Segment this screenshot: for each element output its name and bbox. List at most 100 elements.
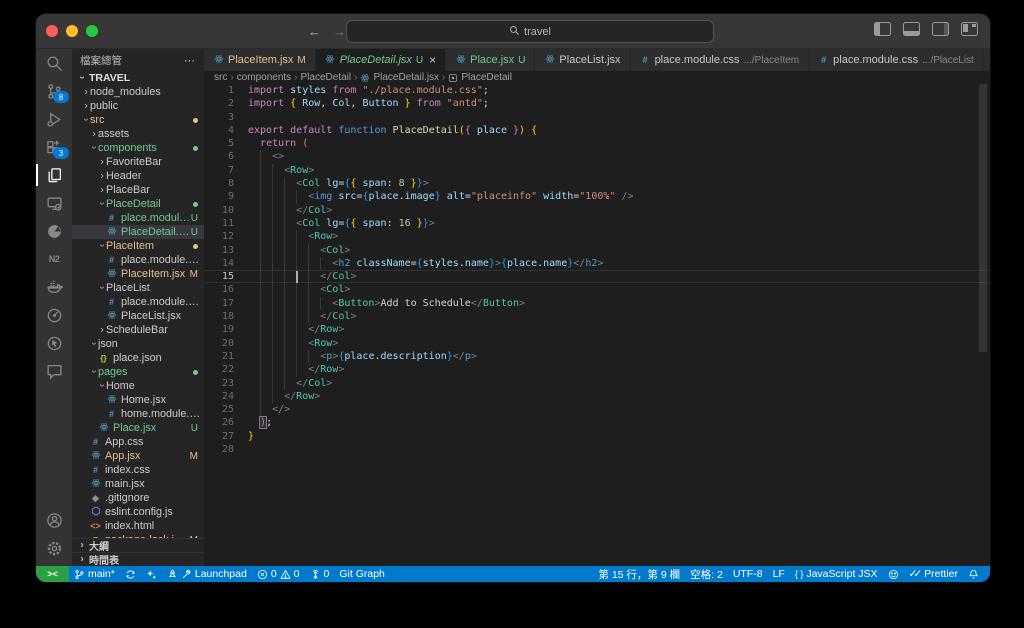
tree-item-node-modules[interactable]: › node_modules	[72, 85, 204, 99]
status-launchpad[interactable]: Launchpad	[162, 566, 252, 582]
line-number[interactable]: 10	[204, 204, 234, 217]
code-line-24[interactable]: 24 </Row>	[204, 389, 990, 404]
status-indentation[interactable]: 空格: 2	[685, 566, 728, 582]
code-line-3[interactable]: 3	[204, 111, 990, 124]
tree-item-index-css[interactable]: # index.css	[72, 463, 204, 477]
tree-item-ScheduleBar[interactable]: › ScheduleBar	[72, 323, 204, 337]
activity-explorer[interactable]	[36, 161, 72, 189]
tree-root-travel[interactable]: › TRAVEL	[72, 71, 204, 85]
line-number[interactable]: 9	[204, 190, 234, 203]
timeline-section-header[interactable]: › 時間表	[72, 552, 204, 567]
activity-plugin-circle[interactable]	[36, 217, 72, 245]
code-line-26[interactable]: 26 );	[204, 416, 990, 430]
line-number[interactable]: 26	[204, 416, 234, 429]
code-line-22[interactable]: 22 </Row>	[204, 363, 990, 377]
status-feedback[interactable]	[883, 566, 904, 582]
line-number[interactable]: 20	[204, 337, 234, 350]
line-number[interactable]: 5	[204, 137, 234, 150]
status-git-branch[interactable]: main*	[69, 566, 120, 582]
status-git-graph[interactable]: Git Graph	[334, 566, 390, 582]
tree-item-public[interactable]: › public	[72, 99, 204, 113]
status-language-mode[interactable]: { } JavaScript JSX	[790, 566, 883, 582]
tree-item-Home[interactable]: › Home	[72, 379, 204, 393]
status-encoding[interactable]: UTF-8	[728, 566, 768, 582]
code-line-10[interactable]: 10 </Col>	[204, 203, 990, 217]
more-actions-icon[interactable]: ⋯	[184, 54, 196, 67]
tree-item-App-jsx[interactable]: App.jsx M	[72, 449, 204, 463]
code-editor[interactable]: 1 import styles from "./place.module.css"…	[204, 84, 990, 566]
remote-indicator[interactable]: ><	[36, 566, 69, 582]
tree-item-package-lock-json[interactable]: {} package-lock.jsonM	[72, 533, 204, 538]
code-line-28[interactable]: 28	[204, 443, 990, 456]
tree-item-FavoriteBar[interactable]: › FavoriteBar	[72, 155, 204, 169]
code-line-20[interactable]: 20 <Row>	[204, 336, 990, 350]
status-ports[interactable]: 0	[305, 566, 335, 582]
line-number[interactable]: 13	[204, 244, 234, 257]
tree-item-PlaceList[interactable]: › PlaceList	[72, 281, 204, 295]
tree-item-Home-jsx[interactable]: Home.jsx	[72, 393, 204, 407]
code-line-8[interactable]: 8 <Col lg={{ span: 8 }}>	[204, 177, 990, 191]
code-line-5[interactable]: 5 return (	[204, 137, 990, 150]
search-input[interactable]: travel	[346, 20, 714, 43]
breadcrumb-item-src[interactable]: src	[214, 72, 227, 83]
line-number[interactable]: 19	[204, 323, 234, 336]
tree-item-eslint-config-js[interactable]: eslint.config.js	[72, 505, 204, 519]
zoom-window-button[interactable]	[86, 25, 98, 37]
activity-chat[interactable]	[36, 357, 72, 385]
line-number[interactable]: 6	[204, 150, 234, 163]
line-number[interactable]: 3	[204, 111, 234, 124]
status-prettier[interactable]: ✓✓ Prettier	[904, 566, 963, 582]
tree-item-PlaceItem[interactable]: › PlaceItem	[72, 239, 204, 253]
tree-item-place-json[interactable]: {} place.json	[72, 351, 204, 365]
tree-item-main-jsx[interactable]: main.jsx	[72, 477, 204, 491]
tree-item-PlaceDetail[interactable]: › PlaceDetail	[72, 197, 204, 211]
activity-live-pointer[interactable]	[36, 329, 72, 357]
code-line-21[interactable]: 21 <p>{place.description}</p>	[204, 349, 990, 364]
code-line-2[interactable]: 2 import { Row, Col, Button } from "antd"…	[204, 97, 990, 110]
line-number[interactable]: 12	[204, 230, 234, 243]
code-line-14[interactable]: 14 <h2 className={styles.name}>{place.na…	[204, 256, 990, 271]
tab-PlaceDetail-jsx[interactable]: PlaceDetail.jsx U ×	[315, 49, 447, 71]
toggle-panel-icon[interactable]	[903, 22, 920, 36]
code-line-13[interactable]: 13 <Col>	[204, 243, 990, 257]
tree-item-pages[interactable]: › pages	[72, 365, 204, 379]
code-line-6[interactable]: 6 <>	[204, 150, 990, 164]
close-icon[interactable]: ×	[429, 53, 436, 67]
status-notifications[interactable]	[963, 566, 984, 582]
tree-item-place-module-css[interactable]: # place.module.cssU	[72, 211, 204, 225]
code-line-9[interactable]: 9 <img src={place.image} alt="placeinfo"…	[204, 190, 990, 204]
tree-item-Place-jsx[interactable]: Place.jsx U	[72, 421, 204, 435]
code-line-18[interactable]: 18 </Col>	[204, 310, 990, 324]
tree-item-place-module-css[interactable]: # place.module.css	[72, 295, 204, 309]
tree-item--gitignore[interactable]: ◆ .gitignore	[72, 491, 204, 505]
code-line-12[interactable]: 12 <Row>	[204, 230, 990, 244]
activity-run-debug[interactable]	[36, 105, 72, 133]
activity-accounts[interactable]	[36, 506, 72, 534]
line-number[interactable]: 16	[204, 283, 234, 296]
code-line-15[interactable]: 15 </Col>	[204, 270, 990, 284]
line-number[interactable]: 15	[204, 270, 234, 283]
tab-place-module-css[interactable]: # place.module.css .../PlaceList	[809, 49, 984, 71]
activity-extensions[interactable]: 3	[36, 133, 72, 161]
code-line-23[interactable]: 23 </Col>	[204, 376, 990, 390]
tree-item-src[interactable]: › src	[72, 113, 204, 127]
tree-item-Header[interactable]: › Header	[72, 169, 204, 183]
breadcrumb-item-PlaceDetail[interactable]: PlaceDetail	[301, 72, 352, 83]
tree-item-place-module-css[interactable]: # place.module.css	[72, 253, 204, 267]
status-copilot[interactable]	[141, 566, 162, 582]
toggle-sidebar-icon[interactable]	[874, 22, 891, 36]
activity-gauge[interactable]	[36, 301, 72, 329]
line-number[interactable]: 17	[204, 297, 234, 310]
editor-scrollbar[interactable]	[979, 84, 987, 352]
breadcrumb-item-PlaceDetail-jsx[interactable]: PlaceDetail.jsx	[360, 72, 439, 83]
tree-item-PlaceBar[interactable]: › PlaceBar	[72, 183, 204, 197]
tree-item-components[interactable]: › components	[72, 141, 204, 155]
status-sync[interactable]	[120, 566, 141, 582]
activity-source-control[interactable]: 8	[36, 77, 72, 105]
line-number[interactable]: 18	[204, 310, 234, 323]
code-line-11[interactable]: 11 <Col lg={{ span: 16 }}>	[204, 216, 990, 231]
status-eol[interactable]: LF	[768, 566, 790, 582]
tree-item-PlaceList-jsx[interactable]: PlaceList.jsx	[72, 309, 204, 323]
tab-place-module-css[interactable]: # place.module.css .../PlaceItem	[630, 49, 810, 71]
code-line-4[interactable]: 4 export default function PlaceDetail({ p…	[204, 124, 990, 137]
